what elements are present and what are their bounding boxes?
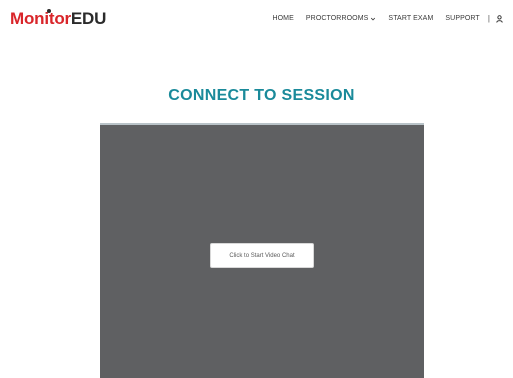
site-header: MonitorEDU HOME PROCTORROOMS START EXAM … [0,0,513,40]
logo-dot-icon [47,9,51,13]
brand-logo[interactable]: MonitorEDU [10,8,106,30]
nav-support-label: SUPPORT [445,15,480,22]
nav-start-exam[interactable]: START EXAM [388,15,433,22]
nav-support[interactable]: SUPPORT [445,15,479,22]
nav-start-exam-label: START EXAM [388,15,434,22]
chevron-down-icon [371,17,376,20]
nav-proctorrooms[interactable]: PROCTORROOMS [306,15,377,22]
nav-home-label: HOME [272,15,294,22]
nav-home[interactable]: HOME [272,15,293,22]
nav-separator: | [487,14,490,23]
user-icon[interactable] [496,14,503,23]
start-video-chat-button[interactable]: Click to Start Video Chat [210,243,314,268]
logo-text-monitor: Monitor [10,9,71,28]
main-nav: HOME PROCTORROOMS START EXAM SUPPORT | [272,14,503,23]
nav-proctorrooms-label: PROCTORROOMS [305,15,369,22]
video-chat-panel: Click to Start Video Chat [100,123,424,378]
logo-text-edu: EDU [70,9,107,28]
page: MonitorEDU HOME PROCTORROOMS START EXAM … [0,0,513,378]
page-title: CONNECT TO SESSION [168,87,355,104]
